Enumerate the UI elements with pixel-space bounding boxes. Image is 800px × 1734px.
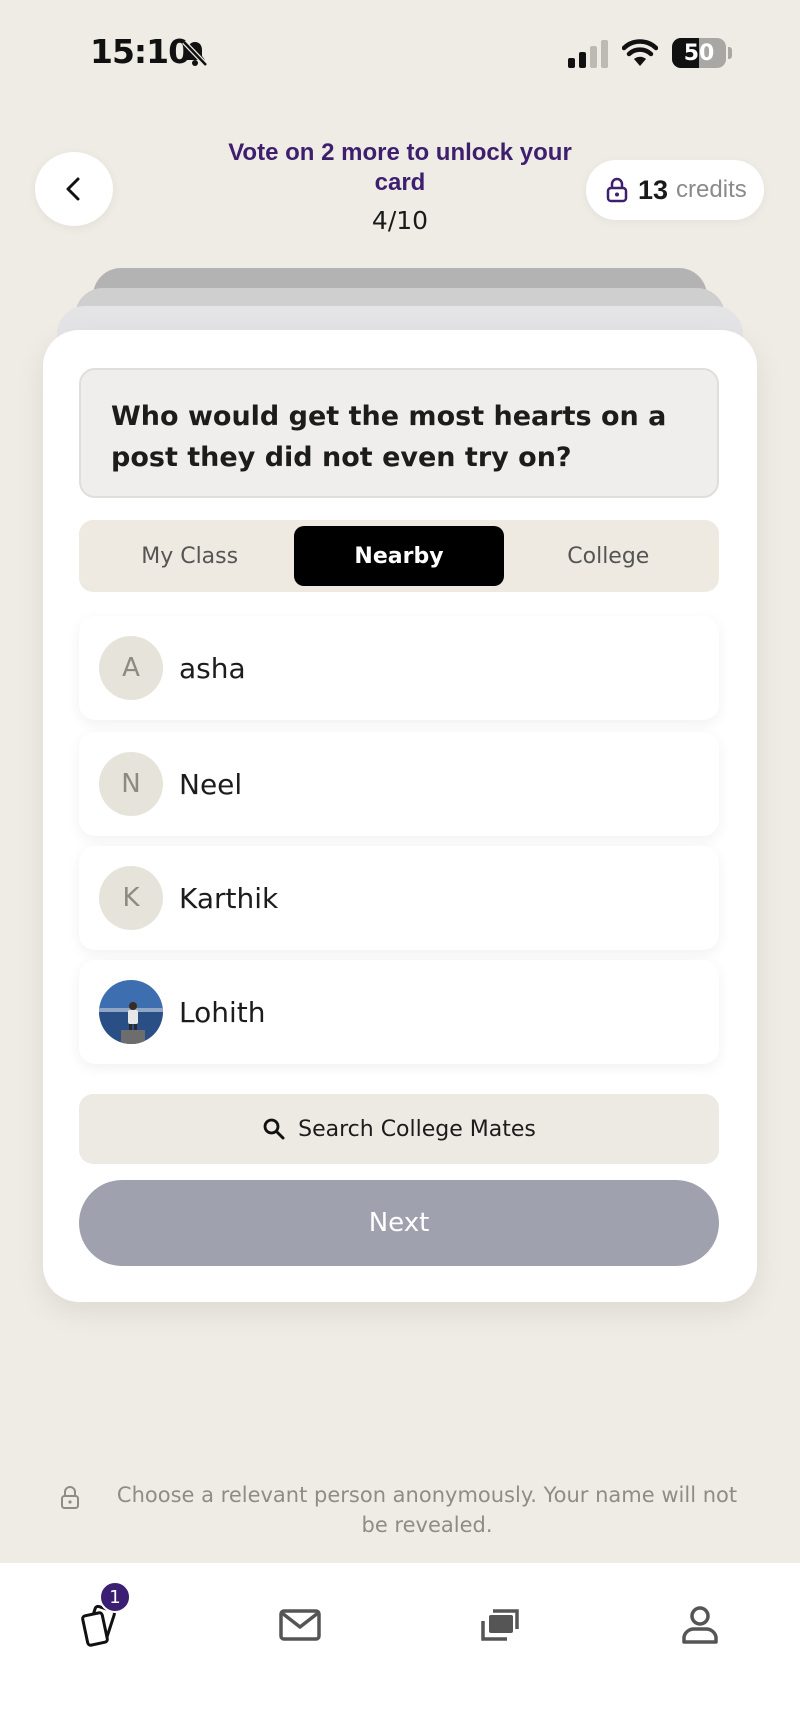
option-name: Neel	[179, 767, 243, 801]
option-asha[interactable]: A asha	[79, 616, 719, 720]
search-label: Search College Mates	[298, 1116, 536, 1142]
credits-count: 13	[638, 174, 669, 205]
avatar: A	[99, 636, 163, 700]
bottom-nav: 1	[0, 1563, 800, 1734]
option-name: asha	[179, 651, 246, 685]
avatar-photo	[99, 980, 163, 1044]
anonymity-note-text: Choose a relevant person anonymously. Yo…	[116, 1483, 738, 1537]
vote-progress: 4/10	[371, 206, 429, 235]
nav-gallery[interactable]	[460, 1585, 540, 1665]
battery-tip	[728, 47, 732, 59]
credits-pill[interactable]: 13 credits	[586, 160, 764, 220]
avatar: N	[99, 752, 163, 816]
credits-label: credits	[676, 176, 747, 203]
battery-percent: 50	[683, 40, 715, 66]
tab-my-class[interactable]: My Class	[85, 526, 294, 586]
option-neel[interactable]: N Neel	[79, 732, 719, 836]
status-bar: 15:10 50	[0, 0, 800, 100]
battery-indicator: 50	[672, 38, 726, 68]
stacked-photos-icon	[481, 1609, 519, 1641]
avatar: K	[99, 866, 163, 930]
option-lohith[interactable]: Lohith	[79, 960, 719, 1064]
option-karthik[interactable]: K Karthik	[79, 846, 719, 950]
anonymity-note: Choose a relevant person anonymously. Yo…	[56, 1480, 756, 1540]
question-box: Who would get the most hearts on a post …	[79, 368, 719, 498]
notification-badge: 1	[99, 1581, 131, 1613]
bell-muted-icon	[182, 40, 208, 67]
search-icon	[263, 1118, 285, 1140]
search-college-mates-button[interactable]: Search College Mates	[79, 1094, 719, 1164]
profile-icon	[682, 1606, 718, 1644]
nav-inbox[interactable]	[260, 1585, 340, 1665]
option-name: Lohith	[179, 995, 266, 1029]
chevron-left-icon	[66, 177, 80, 201]
tab-nearby[interactable]: Nearby	[294, 526, 504, 586]
option-name: Karthik	[179, 881, 279, 915]
audience-tabs: My Class Nearby College	[79, 520, 719, 592]
cellular-signal-icon	[568, 40, 608, 68]
status-time: 15:10	[90, 32, 191, 71]
question-text: Who would get the most hearts on a post …	[111, 401, 667, 473]
lock-icon	[606, 177, 628, 203]
back-button[interactable]	[35, 152, 113, 226]
nav-profile[interactable]	[660, 1585, 740, 1665]
poll-card: Who would get the most hearts on a post …	[43, 330, 757, 1302]
profile-photo	[99, 980, 163, 1044]
mail-icon	[279, 1609, 321, 1641]
lock-icon	[61, 1486, 79, 1509]
next-button[interactable]: Next	[79, 1180, 719, 1266]
unlock-prompt: Vote on 2 more to unlock your card	[228, 139, 572, 196]
wifi-icon	[622, 39, 658, 66]
tab-college[interactable]: College	[504, 526, 713, 586]
